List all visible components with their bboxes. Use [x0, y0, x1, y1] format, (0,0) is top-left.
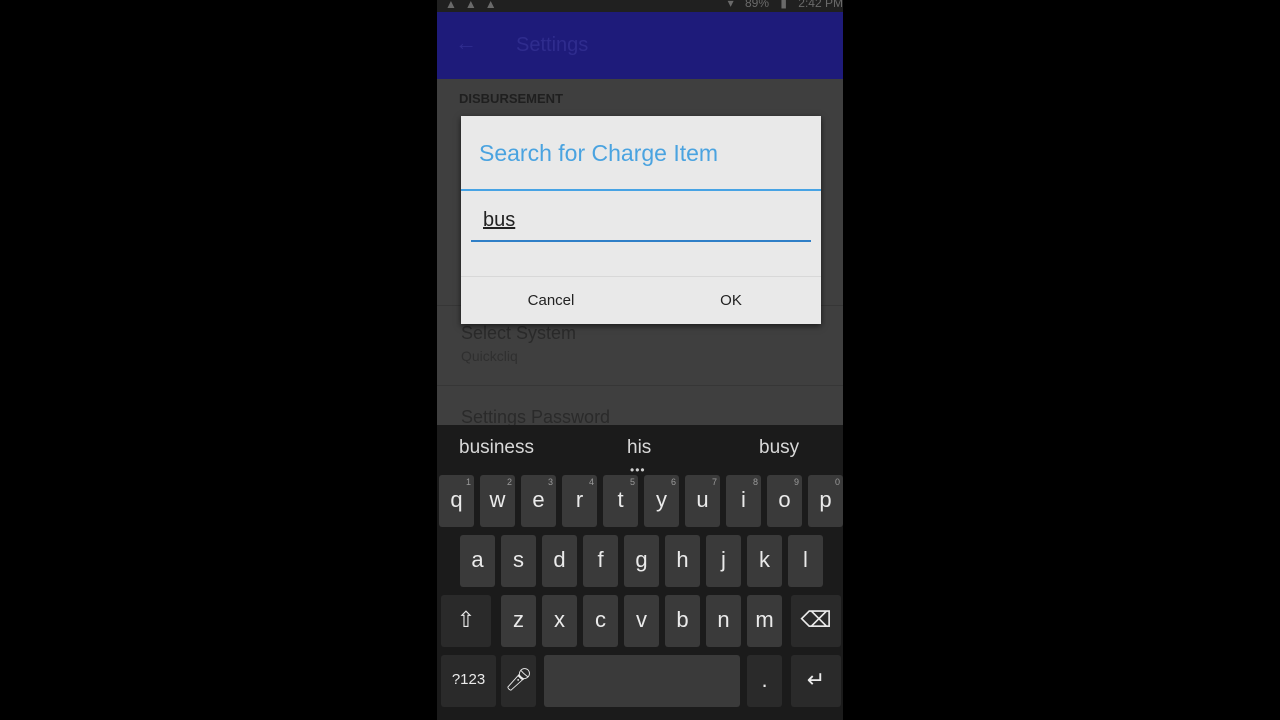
key-u[interactable]: 7u	[685, 475, 720, 527]
key-g[interactable]: g	[624, 535, 659, 587]
key-w[interactable]: 2w	[480, 475, 515, 527]
space-key[interactable]	[544, 655, 740, 707]
symbols-key[interactable]: ?123	[441, 655, 496, 707]
key-s[interactable]: s	[501, 535, 536, 587]
dialog-title: Search for Charge Item	[479, 140, 719, 166]
key-h[interactable]: h	[665, 535, 700, 587]
divider	[437, 385, 843, 386]
pref-select-system[interactable]: Select System Quickcliq	[461, 323, 576, 364]
key-d[interactable]: d	[542, 535, 577, 587]
key-n[interactable]: n	[706, 595, 741, 647]
key-f[interactable]: f	[583, 535, 618, 587]
key-z[interactable]: z	[501, 595, 536, 647]
mic-key[interactable]: 🎤︎	[501, 655, 536, 707]
dialog-title-divider	[461, 189, 821, 191]
period-key[interactable]: .	[747, 655, 782, 707]
key-a[interactable]: a	[460, 535, 495, 587]
dialog-button-row: Cancel OK	[461, 276, 821, 325]
backspace-icon: ⌫	[800, 607, 832, 632]
key-l[interactable]: l	[788, 535, 823, 587]
key-j[interactable]: j	[706, 535, 741, 587]
key-v[interactable]: v	[624, 595, 659, 647]
enter-icon: ↵	[806, 667, 826, 692]
suggestion-1[interactable]: business	[459, 437, 534, 459]
key-k[interactable]: k	[747, 535, 782, 587]
search-dialog: Search for Charge Item Cancel OK	[461, 116, 821, 324]
battery-icon: ▮	[780, 0, 787, 10]
search-input[interactable]	[481, 208, 805, 233]
pref-title: Select System	[461, 323, 577, 343]
status-bar: ▲▲▲ ▾ 89% ▮ 2:42 PM	[437, 0, 843, 12]
section-header-disbursement: DISBURSEMENT	[459, 91, 564, 106]
suggestion-strip: business his busy •••	[437, 425, 843, 477]
key-y[interactable]: 6y	[644, 475, 679, 527]
key-p[interactable]: 0p	[808, 475, 843, 527]
cancel-button[interactable]: Cancel	[461, 277, 641, 325]
back-arrow-icon[interactable]: ←	[455, 32, 477, 54]
battery-percent: 89%	[744, 0, 769, 10]
pref-summary: Quickcliq	[461, 348, 518, 364]
key-i[interactable]: 8i	[726, 475, 761, 527]
enter-key[interactable]: ↵	[791, 655, 841, 707]
key-m[interactable]: m	[747, 595, 782, 647]
ok-button[interactable]: OK	[641, 277, 821, 325]
wifi-icon: ▾	[727, 0, 734, 10]
suggestion-3[interactable]: busy	[759, 437, 799, 459]
app-bar: ← Settings	[437, 12, 843, 79]
shift-icon: ⇧	[456, 607, 476, 632]
key-o[interactable]: 9o	[767, 475, 802, 527]
key-b[interactable]: b	[665, 595, 700, 647]
key-r[interactable]: 4r	[562, 475, 597, 527]
page-title: Settings	[516, 34, 589, 56]
search-field[interactable]	[471, 202, 811, 242]
notification-icons: ▲▲▲	[445, 0, 505, 11]
soft-keyboard: business his busy ••• 1q 2w 3e 4r 5t 6y …	[437, 425, 843, 720]
key-x[interactable]: x	[542, 595, 577, 647]
key-e[interactable]: 3e	[521, 475, 556, 527]
key-t[interactable]: 5t	[603, 475, 638, 527]
microphone-icon: 🎤︎	[504, 667, 533, 692]
key-q[interactable]: 1q	[439, 475, 474, 527]
shift-key[interactable]: ⇧	[441, 595, 491, 647]
key-c[interactable]: c	[583, 595, 618, 647]
clock: 2:42 PM	[798, 0, 843, 10]
suggestion-2[interactable]: his	[627, 437, 651, 459]
backspace-key[interactable]: ⌫	[791, 595, 841, 647]
